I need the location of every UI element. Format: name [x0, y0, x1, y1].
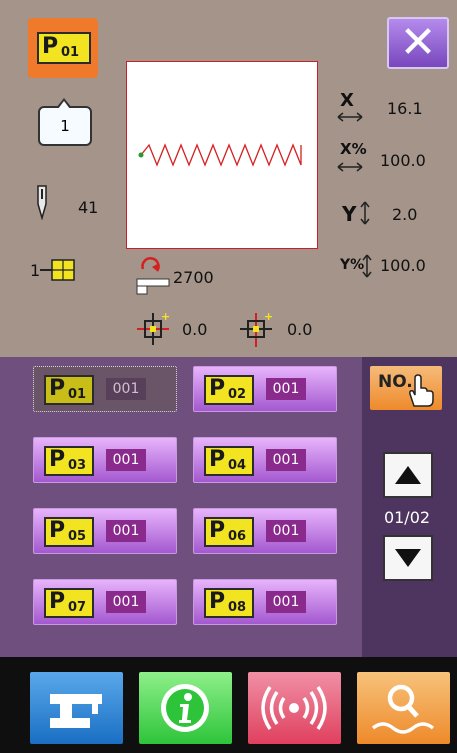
page-indicator: 01/02	[383, 508, 431, 527]
pattern-count: 001	[266, 378, 306, 400]
y-scale-icon: Y	[342, 201, 370, 226]
page-up-button[interactable]	[383, 452, 433, 498]
triangle-down-icon	[395, 549, 421, 567]
signal-icon	[261, 686, 327, 730]
pattern-count: 001	[106, 449, 146, 471]
pattern-badge: P 06	[204, 517, 254, 547]
stitch-pattern	[138, 143, 302, 167]
pattern-count: 001	[106, 520, 146, 542]
info-icon	[161, 684, 209, 732]
y-percent-value: 100.0	[380, 256, 426, 275]
pattern-badge: P 04	[204, 446, 254, 476]
pattern-button-03[interactable]: P 03 001	[33, 437, 177, 483]
needle-value: 41	[78, 198, 99, 217]
grid-block-icon	[40, 259, 75, 281]
pattern-badge: P 02	[204, 375, 254, 405]
sewing-machine-icon	[50, 694, 102, 728]
sequence-bubble[interactable]: 1	[38, 98, 92, 146]
triangle-up-icon	[395, 466, 421, 484]
info-button[interactable]	[139, 672, 232, 744]
x-scale-value: 16.1	[387, 99, 423, 118]
x-scale-icon: X	[337, 90, 363, 122]
pattern-badge: P 01	[37, 32, 91, 64]
close-icon: ✕	[399, 17, 437, 68]
communication-button[interactable]	[248, 672, 341, 744]
pattern-button-02[interactable]: P 02 001	[193, 366, 337, 412]
pattern-preview	[126, 61, 318, 249]
pattern-badge: P 08	[204, 588, 254, 618]
svg-text:+: +	[161, 311, 170, 323]
pattern-badge: P 05	[44, 517, 94, 547]
pattern-count: 001	[106, 378, 146, 400]
close-button[interactable]: ✕	[387, 17, 449, 69]
number-input-button[interactable]: NO.	[370, 366, 442, 410]
pattern-count: 001	[266, 520, 306, 542]
y-scale-value: 2.0	[392, 205, 418, 224]
pattern-button-01[interactable]: P 01 001	[33, 366, 177, 412]
pattern-count: 001	[106, 591, 146, 613]
pattern-count: 001	[266, 591, 306, 613]
search-icon	[371, 684, 435, 734]
pattern-button-08[interactable]: P 08 001	[193, 579, 337, 625]
counter-icon	[136, 257, 170, 295]
page-down-button[interactable]	[383, 535, 433, 581]
x-percent-value: 100.0	[380, 151, 426, 170]
origin-x-icon: +	[137, 311, 170, 345]
origin-y-value: 0.0	[287, 320, 313, 339]
search-button[interactable]	[357, 672, 450, 744]
pattern-button-05[interactable]: P 05 001	[33, 508, 177, 554]
svg-text:+: +	[264, 311, 273, 323]
pattern-button-04[interactable]: P 04 001	[193, 437, 337, 483]
sewing-mode-button[interactable]	[30, 672, 123, 744]
pattern-button-07[interactable]: P 07 001	[33, 579, 177, 625]
stitch-count: 2700	[173, 268, 214, 287]
current-pattern-button[interactable]: P 01	[28, 18, 98, 78]
pattern-badge: P 07	[44, 588, 94, 618]
pattern-badge: P 01	[44, 375, 94, 405]
origin-y-icon: +	[240, 311, 273, 347]
y-percent-icon: Y%	[340, 254, 372, 278]
pattern-count: 001	[266, 449, 306, 471]
needle-icon	[37, 185, 47, 220]
x-percent-icon: X%	[337, 140, 367, 172]
hand-pointer-icon	[409, 374, 434, 407]
pattern-badge: P 03	[44, 446, 94, 476]
pattern-button-06[interactable]: P 06 001	[193, 508, 337, 554]
block-prefix: 1	[30, 261, 41, 280]
origin-x-value: 0.0	[182, 320, 208, 339]
